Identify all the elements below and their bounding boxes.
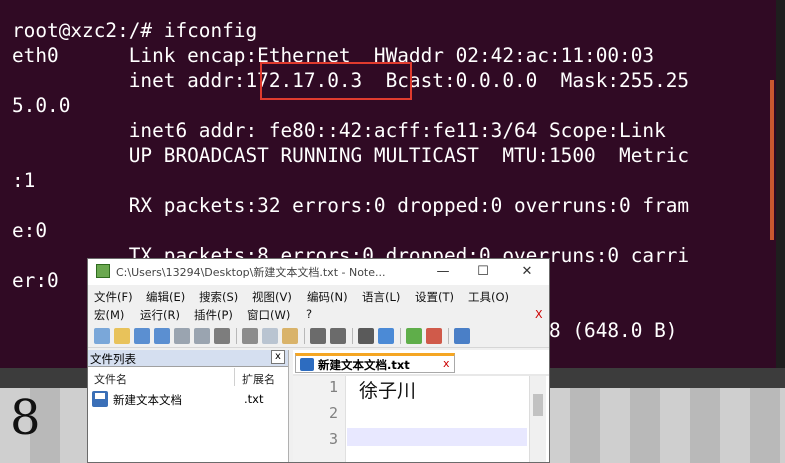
editor-area: 新建文本文档.txt x 1 2 3 徐子川 xyxy=(293,350,549,462)
open-file-icon[interactable] xyxy=(114,328,130,344)
toolbar-separator xyxy=(400,328,401,344)
replace-icon[interactable] xyxy=(378,328,394,344)
line-number: 3 xyxy=(328,430,338,448)
file-list-item[interactable]: 新建文本文档 .txt xyxy=(88,390,288,410)
minimize-button[interactable]: — xyxy=(423,260,463,282)
notepad-app-icon xyxy=(96,264,110,278)
menu-search[interactable]: 搜索(S) xyxy=(199,289,238,305)
title-bar[interactable]: C:\Users\13294\Desktop\新建文本文档.txt - Note… xyxy=(88,259,549,285)
copy-icon[interactable] xyxy=(262,328,278,344)
toolbar xyxy=(88,325,549,348)
terminal-line: root@xzc2:/# ifconfig xyxy=(12,19,258,42)
toolbar-separator xyxy=(236,328,237,344)
close-file-icon[interactable] xyxy=(174,328,190,344)
column-filename[interactable]: 文件名 xyxy=(94,371,127,387)
toolbar-separator xyxy=(304,328,305,344)
toolbar-separator xyxy=(448,328,449,344)
menu-help[interactable]: ? xyxy=(306,307,312,321)
menu-macro[interactable]: 宏(M) xyxy=(94,307,124,323)
menu-language[interactable]: 语言(L) xyxy=(362,289,400,305)
print-icon[interactable] xyxy=(214,328,230,344)
zoom-out-icon[interactable] xyxy=(426,328,442,344)
file-extension: .txt xyxy=(244,392,264,406)
terminal-line: :1 xyxy=(12,169,36,192)
terminal-line: 5.0.0 xyxy=(12,94,71,117)
file-list-title: 文件列表 xyxy=(90,352,136,366)
paste-icon[interactable] xyxy=(282,328,298,344)
editor-scrollbar[interactable] xyxy=(529,376,546,462)
terminal-line: e:0 xyxy=(12,219,48,242)
close-button[interactable]: ✕ xyxy=(507,260,547,282)
panel-close-icon[interactable]: x xyxy=(271,350,285,364)
sync-scroll-icon[interactable] xyxy=(454,328,470,344)
menu-edit[interactable]: 编辑(E) xyxy=(146,289,185,305)
terminal-line: inet6 addr: fe80::42:acff:fe11:3/64 Scop… xyxy=(12,119,666,142)
file-name: 新建文本文档 xyxy=(113,393,182,407)
line-number: 2 xyxy=(328,404,338,422)
terminal-line: er:0 xyxy=(12,269,59,292)
line-number-gutter: 1 2 3 xyxy=(293,376,346,462)
line-number: 1 xyxy=(328,378,338,396)
file-list-panel: 文件列表 x 文件名 扩展名 新建文本文档 .txt xyxy=(88,350,289,462)
close-all-icon[interactable] xyxy=(194,328,210,344)
menu-window[interactable]: 窗口(W) xyxy=(247,307,290,323)
menu-settings[interactable]: 设置(T) xyxy=(415,289,454,305)
current-line-highlight xyxy=(347,428,527,446)
document-tab-icon xyxy=(300,358,314,371)
zoom-in-icon[interactable] xyxy=(406,328,422,344)
terminal-line: RX packets:32 errors:0 dropped:0 overrun… xyxy=(12,194,690,217)
undo-icon[interactable] xyxy=(310,328,326,344)
column-divider[interactable] xyxy=(234,368,235,386)
tab-label: 新建文本文档.txt xyxy=(318,358,410,372)
menu-close-icon[interactable]: X xyxy=(535,308,543,321)
terminal-scrollbar[interactable] xyxy=(770,80,774,240)
menu-run[interactable]: 运行(R) xyxy=(140,307,180,323)
save-icon[interactable] xyxy=(134,328,150,344)
maximize-button[interactable]: ☐ xyxy=(463,260,503,282)
find-icon[interactable] xyxy=(358,328,374,344)
redo-icon[interactable] xyxy=(330,328,346,344)
menu-encoding[interactable]: 编码(N) xyxy=(307,289,348,305)
menu-tools[interactable]: 工具(O) xyxy=(468,289,509,305)
ip-highlight-box xyxy=(260,62,412,100)
menu-bar: 文件(F) 编辑(E) 搜索(S) 视图(V) 编码(N) 语言(L) 设置(T… xyxy=(88,286,549,322)
column-extension[interactable]: 扩展名 xyxy=(242,371,275,387)
menu-file[interactable]: 文件(F) xyxy=(94,289,133,305)
new-file-icon[interactable] xyxy=(94,328,110,344)
menu-plugins[interactable]: 插件(P) xyxy=(194,307,233,323)
cut-icon[interactable] xyxy=(242,328,258,344)
window-title: C:\Users\13294\Desktop\新建文本文档.txt - Note… xyxy=(116,266,386,279)
editor-text-line: 徐子川 xyxy=(359,380,417,402)
text-editor[interactable]: 徐子川 xyxy=(347,376,527,462)
scrollbar-thumb[interactable] xyxy=(533,394,543,416)
terminal-line: UP BROADCAST RUNNING MULTICAST MTU:1500 … xyxy=(12,144,690,167)
save-all-icon[interactable] xyxy=(154,328,170,344)
tab-document[interactable]: 新建文本文档.txt x xyxy=(295,353,455,373)
notepad-window[interactable]: C:\Users\13294\Desktop\新建文本文档.txt - Note… xyxy=(87,258,550,463)
menu-view[interactable]: 视图(V) xyxy=(252,289,292,305)
file-list-header: 文件列表 x xyxy=(88,350,288,367)
tab-close-icon[interactable]: x xyxy=(443,357,450,370)
background-numeral: 8 xyxy=(10,390,41,446)
toolbar-separator xyxy=(352,328,353,344)
save-file-icon xyxy=(92,391,108,407)
